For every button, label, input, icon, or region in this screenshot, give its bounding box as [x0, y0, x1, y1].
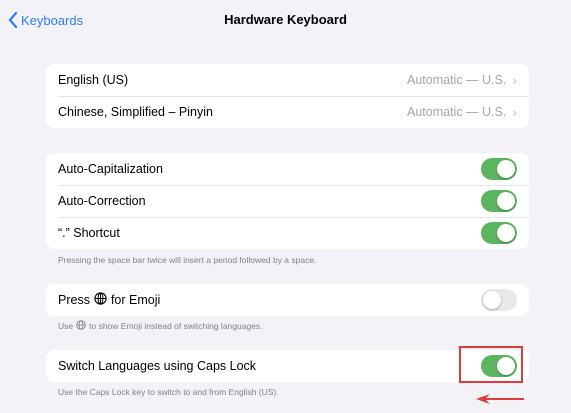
globe-icon: [94, 292, 107, 308]
auto-correction-toggle[interactable]: [481, 190, 517, 212]
auto-capitalization-row: Auto-Capitalization: [46, 153, 529, 185]
emoji-toggle[interactable]: [481, 289, 517, 311]
highlight-box: [459, 346, 523, 383]
caps-lock-footer: Use the Caps Lock key to switch to and f…: [58, 387, 279, 397]
period-shortcut-footer: Pressing the space bar twice will insert…: [58, 255, 317, 265]
navigation-bar: Keyboards Hardware Keyboard: [0, 0, 571, 40]
emoji-row: Press for Emoji: [46, 284, 529, 316]
chevron-right-icon: ›: [512, 104, 517, 120]
toggle-knob: [497, 224, 515, 242]
chevron-right-icon: ›: [512, 72, 517, 88]
language-row-english[interactable]: English (US) Automatic — U.S. ›: [46, 64, 529, 96]
arrow-left-icon: [474, 392, 526, 411]
auto-capitalization-label: Auto-Capitalization: [58, 162, 163, 176]
caps-lock-row: Switch Languages using Caps Lock: [46, 350, 529, 382]
auto-correction-label: Auto-Correction: [58, 194, 146, 208]
caps-lock-group: Switch Languages using Caps Lock: [46, 350, 529, 382]
period-shortcut-row: “.” Shortcut: [46, 217, 529, 249]
emoji-footer-suffix: to show Emoji instead of switching langu…: [89, 321, 263, 331]
period-shortcut-toggle[interactable]: [481, 222, 517, 244]
emoji-label-prefix: Press: [58, 293, 90, 307]
caps-lock-label: Switch Languages using Caps Lock: [58, 359, 257, 373]
emoji-footer-prefix: Use: [58, 321, 74, 331]
language-row-chinese[interactable]: Chinese, Simplified – Pinyin Automatic —…: [46, 96, 529, 128]
toggle-knob: [497, 192, 515, 210]
emoji-label-suffix: for Emoji: [110, 293, 161, 307]
language-value: Automatic — U.S.: [406, 105, 507, 119]
toggle-knob: [497, 160, 515, 178]
page-title: Hardware Keyboard: [224, 12, 347, 27]
globe-icon: [76, 320, 86, 332]
emoji-footer: Use to show Emoji instead of switching l…: [58, 320, 263, 332]
auto-capitalization-toggle[interactable]: [481, 158, 517, 180]
language-label: English (US): [58, 73, 129, 87]
languages-group: English (US) Automatic — U.S. › Chinese,…: [46, 64, 529, 128]
emoji-group: Press for Emoji: [46, 284, 529, 316]
auto-correction-row: Auto-Correction: [46, 185, 529, 217]
toggle-knob: [483, 291, 501, 309]
language-value: Automatic — U.S.: [406, 73, 507, 87]
typing-settings-group: Auto-Capitalization Auto-Correction “.” …: [46, 153, 529, 249]
language-label: Chinese, Simplified – Pinyin: [58, 105, 213, 119]
period-shortcut-label: “.” Shortcut: [58, 226, 120, 240]
